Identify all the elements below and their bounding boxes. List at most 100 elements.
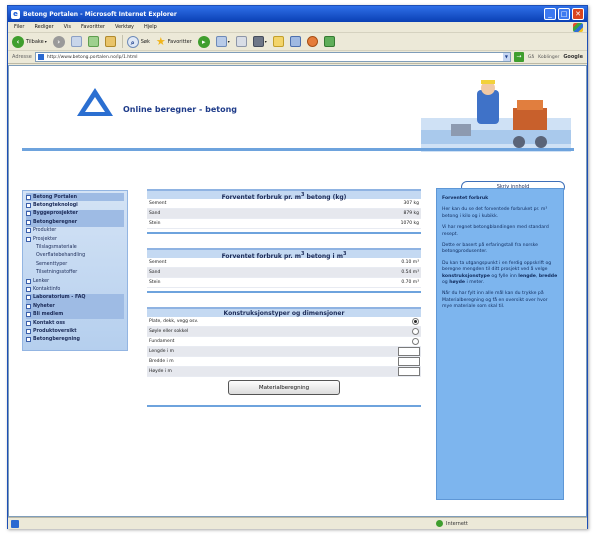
row-label: Stein [149, 280, 161, 285]
go-label[interactable]: Gå [528, 55, 534, 60]
links-toolbar-label[interactable]: Koblinger [538, 55, 559, 60]
sidebar-item[interactable]: Laboratorium - FAQ [26, 293, 124, 303]
site-logo-icon [77, 88, 113, 116]
radio-row[interactable]: Søyle eller sokkel [147, 327, 421, 337]
radio-row[interactable]: Fundament [147, 337, 421, 347]
menu-view[interactable]: Vis [64, 24, 71, 30]
radio-foundation[interactable] [412, 338, 419, 345]
sidebar-item[interactable]: Byggeprosjekter [26, 209, 124, 219]
internet-zone-icon [436, 520, 443, 527]
sidebar-item[interactable]: Betong Portalen [26, 193, 124, 202]
history-button[interactable]: ▾ [215, 36, 230, 47]
messenger-button[interactable] [306, 36, 318, 47]
radio-row[interactable]: Plate, dekk, vegg osv. [147, 317, 421, 327]
sidebar-item[interactable]: Betongberegning [26, 336, 124, 344]
favorites-label: Favoritter [167, 38, 192, 45]
page-title: Online beregner - betong [123, 105, 237, 114]
sidebar-item[interactable]: Sementtyper [26, 260, 124, 268]
consumption-m3-heading: Forventet forbruk pr. m3 betong i m3 [147, 248, 421, 260]
back-button[interactable]: ‹ Tilbake ▾ [12, 35, 47, 48]
sidebar-item[interactable]: Tilsetningsstoffer [26, 269, 124, 277]
toolbar-separator [121, 35, 123, 48]
sidebar-item[interactable]: Produktoversikt [26, 327, 124, 335]
sidebar-item[interactable]: Lenker [26, 277, 124, 285]
close-button[interactable]: ✕ [572, 8, 584, 20]
table-row: Sement 307 kg [147, 199, 421, 209]
favorites-button[interactable]: ★ Favoritter [156, 36, 192, 47]
forward-button[interactable]: › [52, 35, 65, 48]
row-value: 307 kg [403, 201, 419, 206]
section-divider [147, 232, 421, 234]
height-input[interactable] [398, 367, 420, 376]
menu-tools[interactable]: Verktøy [115, 24, 134, 30]
table-row: Sand 879 kg [147, 209, 421, 219]
checkbox-icon [26, 295, 31, 301]
address-input[interactable]: http://www.betong.portalen.no/lp/1.html … [34, 52, 511, 62]
info-paragraph: Du kan ta utgangspunkt i en ferdig oppsk… [442, 261, 558, 287]
radio-column[interactable] [412, 328, 419, 335]
checkbox-icon [26, 312, 31, 318]
sidebar-item[interactable]: Produkter [26, 227, 124, 235]
folder-icon [272, 36, 284, 47]
zone-label: Internett [446, 520, 468, 527]
length-input[interactable] [398, 347, 420, 356]
sidebar-item[interactable]: Tilslagsmateriale [26, 243, 124, 251]
stop-button[interactable] [70, 36, 82, 47]
sidebar-item-label: Tilsetningsstoffer [36, 270, 78, 276]
chevron-down-icon: ▾ [44, 39, 47, 44]
google-toolbar-label[interactable]: Google [563, 54, 583, 60]
refresh-button[interactable] [87, 36, 99, 47]
calculate-button[interactable]: Materialberegning [228, 380, 340, 395]
menu-file[interactable]: Filer [14, 24, 24, 30]
info-text: i meter. [465, 280, 485, 286]
sidebar-item[interactable]: Betongteknologi [26, 201, 124, 209]
minimize-button[interactable]: _ [544, 8, 556, 20]
sidebar-item[interactable]: Kontakt oss [26, 319, 124, 327]
checkbox-icon [26, 286, 31, 292]
sidebar-item-label: Sementtyper [36, 261, 68, 267]
go-arrow-icon[interactable]: → [513, 52, 524, 62]
row-label: Sement [149, 260, 167, 265]
sidebar-item-label: Kontaktinfo [33, 286, 61, 292]
sidebar-item[interactable]: Overflatebehandling [26, 252, 124, 260]
address-bar: Adresse http://www.betong.portalen.no/lp… [8, 51, 587, 64]
info-bold: konstruksjonstype [442, 273, 490, 279]
info-paragraph: Her kan du se det forventede forbruket p… [442, 207, 548, 219]
row-value: 0.54 m³ [401, 270, 419, 275]
checkbox-icon [26, 228, 31, 234]
sidebar-item[interactable]: Betongberegner [26, 218, 124, 227]
checkbox-icon [26, 320, 31, 326]
sidebar-item[interactable]: Bli medlem [26, 310, 124, 319]
window-title: Betong Portalen - Microsoft Internet Exp… [23, 10, 177, 18]
section-divider [147, 405, 421, 407]
home-button[interactable] [104, 36, 116, 47]
chevron-down-icon[interactable]: ▼ [502, 53, 510, 61]
checkbox-icon [26, 278, 31, 284]
sidebar-item-label: Byggeprosjekter [33, 211, 78, 217]
consumption-kg-heading: Forventet forbruk pr. m3 betong (kg) [147, 189, 421, 201]
radio-label: Plate, dekk, vegg osv. [149, 319, 199, 324]
sidebar-item[interactable]: Nyheter [26, 302, 124, 311]
sidebar-item[interactable]: Prosjekter [26, 235, 124, 243]
research-button[interactable] [323, 36, 335, 47]
input-label: Lengde i m [149, 349, 175, 354]
radio-plate[interactable] [412, 318, 419, 325]
folder-button[interactable] [272, 36, 284, 47]
sidebar-item[interactable]: Kontaktinfo [26, 285, 124, 293]
discuss-button[interactable] [289, 36, 301, 47]
sidebar-item-label: Produkter [33, 228, 57, 234]
maximize-button[interactable]: □ [558, 8, 570, 20]
table-row: Sand 0.54 m³ [147, 268, 421, 278]
search-button[interactable]: ⌕ Søk [126, 35, 150, 48]
sidebar-item-label: Betongberegner [33, 219, 78, 225]
menu-help[interactable]: Hjelp [144, 24, 157, 30]
mail-button[interactable] [235, 36, 247, 47]
print-icon [252, 36, 264, 47]
menu-edit[interactable]: Rediger [34, 24, 53, 30]
row-label: Sand [149, 211, 161, 216]
print-button[interactable]: ▾ [252, 36, 267, 47]
media-button[interactable]: ▸ [197, 35, 210, 48]
width-input[interactable] [398, 357, 420, 366]
refresh-icon [87, 36, 99, 47]
menu-favorites[interactable]: Favoritter [81, 24, 105, 30]
